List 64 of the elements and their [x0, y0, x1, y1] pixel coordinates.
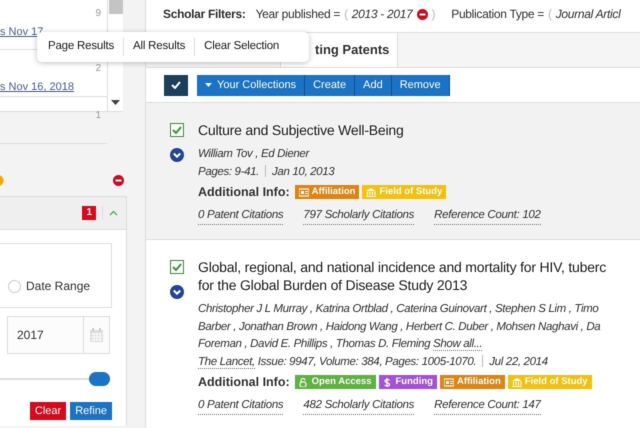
publication-details: Issue: 9947, Volume: 384, Pages: 1005-1070. — [258, 356, 476, 368]
citation-link[interactable]: Reference Count: 147 — [434, 396, 541, 415]
author-list: Foreman , David E. Phillips , Thomas D. Fleming — [198, 338, 430, 350]
chevron-down-icon[interactable] — [170, 285, 184, 299]
author-list: William Tov , Ed Diener — [198, 148, 309, 160]
citation-link[interactable]: 0 Patent Citations — [198, 206, 284, 225]
citation-link[interactable]: 482 Scholarly Citations — [303, 396, 414, 415]
paren-text: ( — [344, 6, 348, 23]
citation-link[interactable]: 797 Scholarly Citations — [303, 206, 414, 225]
scroll-down-icon[interactable] — [111, 100, 120, 105]
scrollbar-thumb[interactable] — [108, 0, 122, 14]
publication-details: Pages: 9-41. — [198, 166, 260, 178]
filters-label: Scholar Filters: — [163, 6, 246, 23]
collection-button[interactable]: Create — [305, 74, 356, 96]
count-badge: 1 — [82, 206, 96, 220]
building-icon — [512, 378, 522, 387]
id-card-icon — [298, 188, 309, 197]
popover-option[interactable]: All Results — [128, 38, 190, 56]
result-title[interactable]: Culture and Subjective Well-Being — [198, 121, 541, 139]
publication-date: Jan 10, 2013 — [272, 166, 334, 178]
collections-dropdown[interactable]: Your Collections — [197, 74, 306, 96]
refine-button[interactable]: Refine — [70, 402, 112, 420]
count-text: 9 — [95, 8, 101, 20]
clear-button[interactable]: Clear — [30, 402, 66, 420]
lock-icon — [298, 378, 309, 387]
dollar-icon — [382, 378, 392, 387]
count-text: 1 — [95, 110, 101, 122]
result-title[interactable]: Global, regional, and national incidence and mortality for HIV, tuberc — [198, 258, 606, 276]
result-checkbox[interactable] — [170, 123, 184, 137]
info-label: Additional Info: — [198, 184, 290, 201]
author-list: Barber , Jonathan Brown , Haidong Wang , Herbert C. Duber , Mohsen Naghavi , Da — [198, 320, 600, 332]
result-checkbox[interactable] — [170, 260, 184, 274]
popover-option[interactable]: Page Results — [43, 38, 119, 56]
info-label: Additional Info: — [198, 374, 290, 391]
collection-button[interactable]: Remove — [392, 74, 450, 96]
filter-value: Journal Articl — [556, 6, 620, 23]
publication-date: Jul 22, 2014 — [489, 356, 548, 368]
building-icon — [366, 188, 376, 197]
id-card-icon — [444, 378, 454, 387]
citation-link[interactable]: 0 Patent Citations — [198, 396, 284, 415]
count-text: 2 — [95, 63, 101, 75]
caret-icon — [205, 83, 212, 87]
collection-button[interactable]: Add — [355, 74, 392, 96]
filter-value: 2013 - 2017 — [352, 6, 413, 23]
date-link[interactable]: s Nov 16, 2018 — [0, 81, 74, 94]
year-field[interactable]: 2017 — [7, 316, 83, 354]
journal-link[interactable]: The Lancet, — [198, 356, 255, 368]
filter-name: Year published = — [256, 6, 340, 23]
paren-text: ( — [548, 6, 552, 23]
show-all-link[interactable]: Show all... — [433, 338, 482, 351]
select-all-checkbox[interactable] — [164, 74, 188, 96]
check-icon — [172, 126, 182, 134]
paren-text: ) — [432, 6, 436, 23]
chevron-down-icon[interactable] — [170, 148, 184, 162]
tag[interactable]: Funding — [378, 375, 437, 390]
filter-name: Publication Type = — [451, 6, 544, 23]
check-icon — [171, 81, 181, 89]
slider-thumb[interactable] — [89, 372, 110, 386]
citation-link[interactable]: Reference Count: 102 — [434, 206, 541, 225]
author-list: Christopher J L Murray , Katrina Ortblad , Caterina Guinovart , Stephen S Lim , Timo — [198, 303, 598, 315]
remove-icon[interactable] — [113, 175, 124, 186]
result-title[interactable]: for the Global Burden of Disease Study 2013 — [198, 276, 606, 294]
remove-icon[interactable] — [416, 8, 428, 20]
check-icon — [172, 263, 182, 271]
